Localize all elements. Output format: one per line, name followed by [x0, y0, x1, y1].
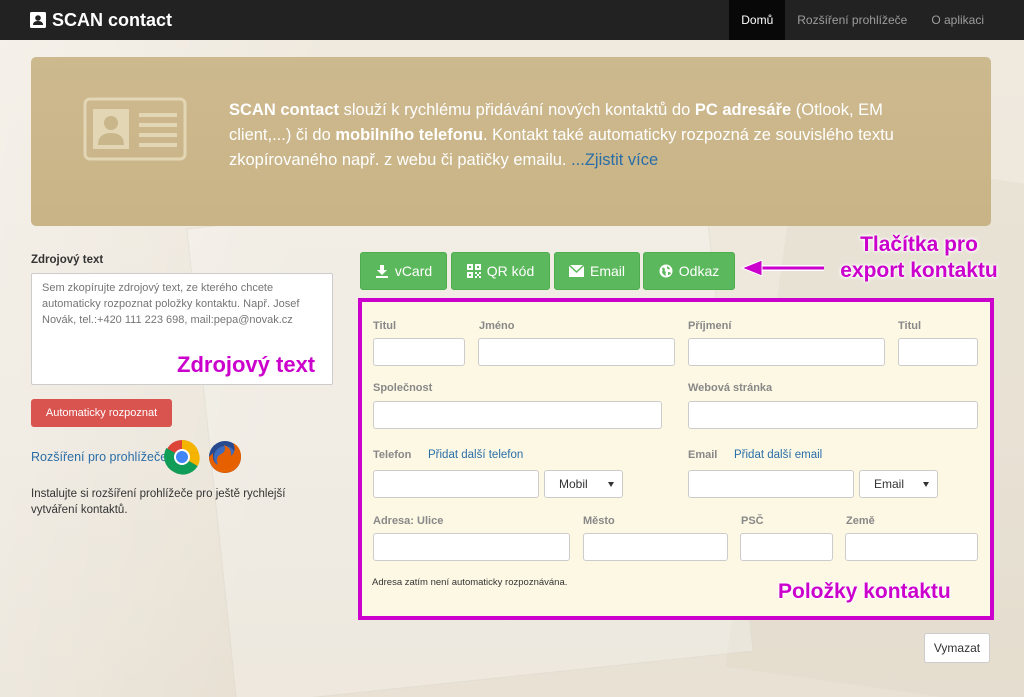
export-annotation: Tlačítka pro export kontaktu: [831, 232, 1007, 284]
nav-item-extensions[interactable]: Rozšíření prohlížeče: [785, 0, 919, 40]
globe-icon: [659, 264, 673, 278]
source-annotation: Zdrojový text: [177, 352, 316, 377]
brand[interactable]: SCAN contact: [30, 10, 172, 31]
phone-type-value: Mobil: [559, 477, 588, 491]
address-note: Adresa zatím není automaticky rozpoznává…: [372, 577, 568, 588]
phone-type-select[interactable]: Mobil: [544, 470, 623, 498]
qrcode-icon: [466, 264, 481, 278]
export-link-button[interactable]: Odkaz: [643, 252, 735, 290]
firefox-icon[interactable]: [206, 439, 244, 475]
brand-name: SCAN contact: [52, 9, 173, 30]
download-icon: [375, 265, 388, 278]
add-email-link[interactable]: Přidat další email: [734, 449, 822, 461]
hero-banner: SCAN contact slouží k rychlému přidávání…: [31, 57, 991, 226]
last-name-label: Příjmení: [688, 320, 732, 332]
navbar: SCAN contact Domů Rozšíření prohlížeče O…: [0, 0, 1024, 40]
clear-button[interactable]: Vymazat: [924, 633, 990, 663]
first-name-label: Jméno: [479, 320, 515, 332]
caret-down-icon: [608, 482, 614, 487]
hero-mobile: mobilního telefonu: [335, 126, 483, 144]
hero-description: SCAN contact slouží k rychlému přidávání…: [229, 98, 949, 173]
nav-item-about[interactable]: O aplikaci: [919, 0, 996, 40]
contact-items-annotation: Položky kontaktu: [778, 580, 951, 603]
chrome-icon[interactable]: [164, 439, 200, 475]
website-input[interactable]: [688, 401, 978, 429]
zip-label: PSČ: [741, 515, 764, 527]
email-label: Email: [589, 263, 625, 279]
qr-label: QR kód: [486, 263, 535, 279]
hero-text-part: slouží k rychlému přidávání nových konta…: [339, 101, 695, 119]
caret-down-icon: [923, 482, 929, 487]
title-before-input[interactable]: [373, 338, 465, 366]
export-email-button[interactable]: Email: [554, 252, 640, 290]
auto-recognize-button[interactable]: Automaticky rozpoznat: [31, 399, 172, 427]
export-annotation-line2: export kontaktu: [840, 259, 998, 282]
vcard-label: vCard: [394, 263, 433, 279]
zip-input[interactable]: [740, 533, 833, 561]
envelope-icon: [568, 265, 584, 277]
export-vcard-button[interactable]: vCard: [360, 252, 447, 290]
title-after-label: Titul: [898, 320, 922, 332]
country-input[interactable]: [845, 533, 978, 561]
company-label: Společnost: [373, 382, 433, 394]
contact-card-icon: [83, 97, 187, 161]
website-label: Webová stránka: [688, 382, 773, 394]
email-type-value: Email: [874, 477, 905, 491]
email-type-select[interactable]: Email: [859, 470, 938, 498]
phone-label: Telefon: [373, 449, 412, 461]
email-field-label: Email: [688, 449, 718, 461]
title-after-input[interactable]: [898, 338, 978, 366]
hero-pc: PC adresáře: [694, 101, 792, 119]
street-input[interactable]: [373, 533, 570, 561]
export-qr-button[interactable]: QR kód: [451, 252, 550, 290]
nav-item-home[interactable]: Domů: [729, 0, 786, 40]
title-before-label: Titul: [373, 320, 397, 332]
extension-note: Instalujte si rozšíření prohlížeče pro j…: [31, 488, 286, 516]
country-label: Země: [846, 515, 875, 527]
first-name-input[interactable]: [478, 338, 675, 366]
hero-brand: SCAN contact: [229, 101, 340, 119]
nav-menu: Domů Rozšíření prohlížeče O aplikaci: [729, 0, 996, 40]
city-input[interactable]: [583, 533, 728, 561]
export-annotation-line1: Tlačítka pro: [860, 233, 978, 256]
arrow-left-icon: [740, 259, 824, 277]
last-name-input[interactable]: [688, 338, 885, 366]
learn-more-link[interactable]: ...Zjistit více: [571, 151, 658, 169]
contact-card-icon: [30, 12, 46, 28]
city-label: Město: [583, 515, 615, 527]
browser-extension-link[interactable]: Rozšíření pro prohlížeče: [31, 450, 167, 464]
phone-input[interactable]: [373, 470, 539, 498]
source-text-label: Zdrojový text: [31, 254, 104, 266]
add-phone-link[interactable]: Přidat další telefon: [428, 449, 523, 461]
email-input[interactable]: [688, 470, 854, 498]
link-label: Odkaz: [678, 263, 720, 279]
company-input[interactable]: [373, 401, 662, 429]
street-label: Adresa: Ulice: [373, 515, 444, 527]
